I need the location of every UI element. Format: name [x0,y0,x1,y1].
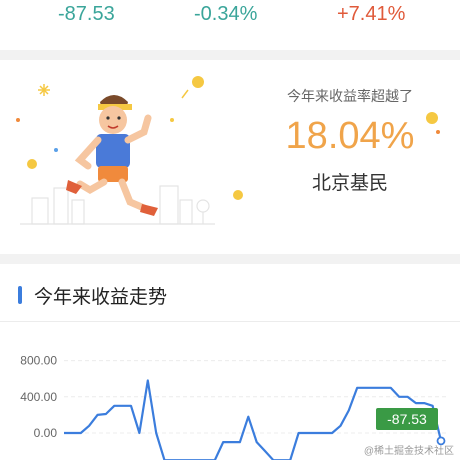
ranking-card: 今年来收益率超越了 18.04% 北京基民 [0,60,460,254]
stat-value-2: -0.34% [194,3,258,25]
rank-group: 北京基民 [311,173,388,194]
trend-chart: 800.00 400.00 0.00 -87.53 [20,354,446,460]
rank-percentage: 18.04% [285,115,415,157]
end-value-badge: -87.53 [376,408,438,430]
skyline-icon [20,185,215,225]
trend-card: 今年来收益走势 800.00 400.00 0.00 -87.53 @稀土掘金技术社… [0,264,460,460]
rank-caption: 今年来收益率超越了 [287,88,413,104]
running-man-illustration [16,76,243,225]
stat-value-1: -87.53 [58,3,115,25]
y-tick-label: 800.00 [20,354,57,368]
watermark: @稀土掘金技术社区 [363,446,454,457]
summary-card: -87.53 -0.34% +7.41% [0,0,460,50]
coin-icon [426,112,440,134]
end-value-label: -87.53 [387,411,427,427]
y-tick-label: 0.00 [34,426,58,440]
y-tick-label: 400.00 [20,390,57,404]
runner-figure [66,95,158,216]
stat-value-3: +7.41% [337,3,406,25]
